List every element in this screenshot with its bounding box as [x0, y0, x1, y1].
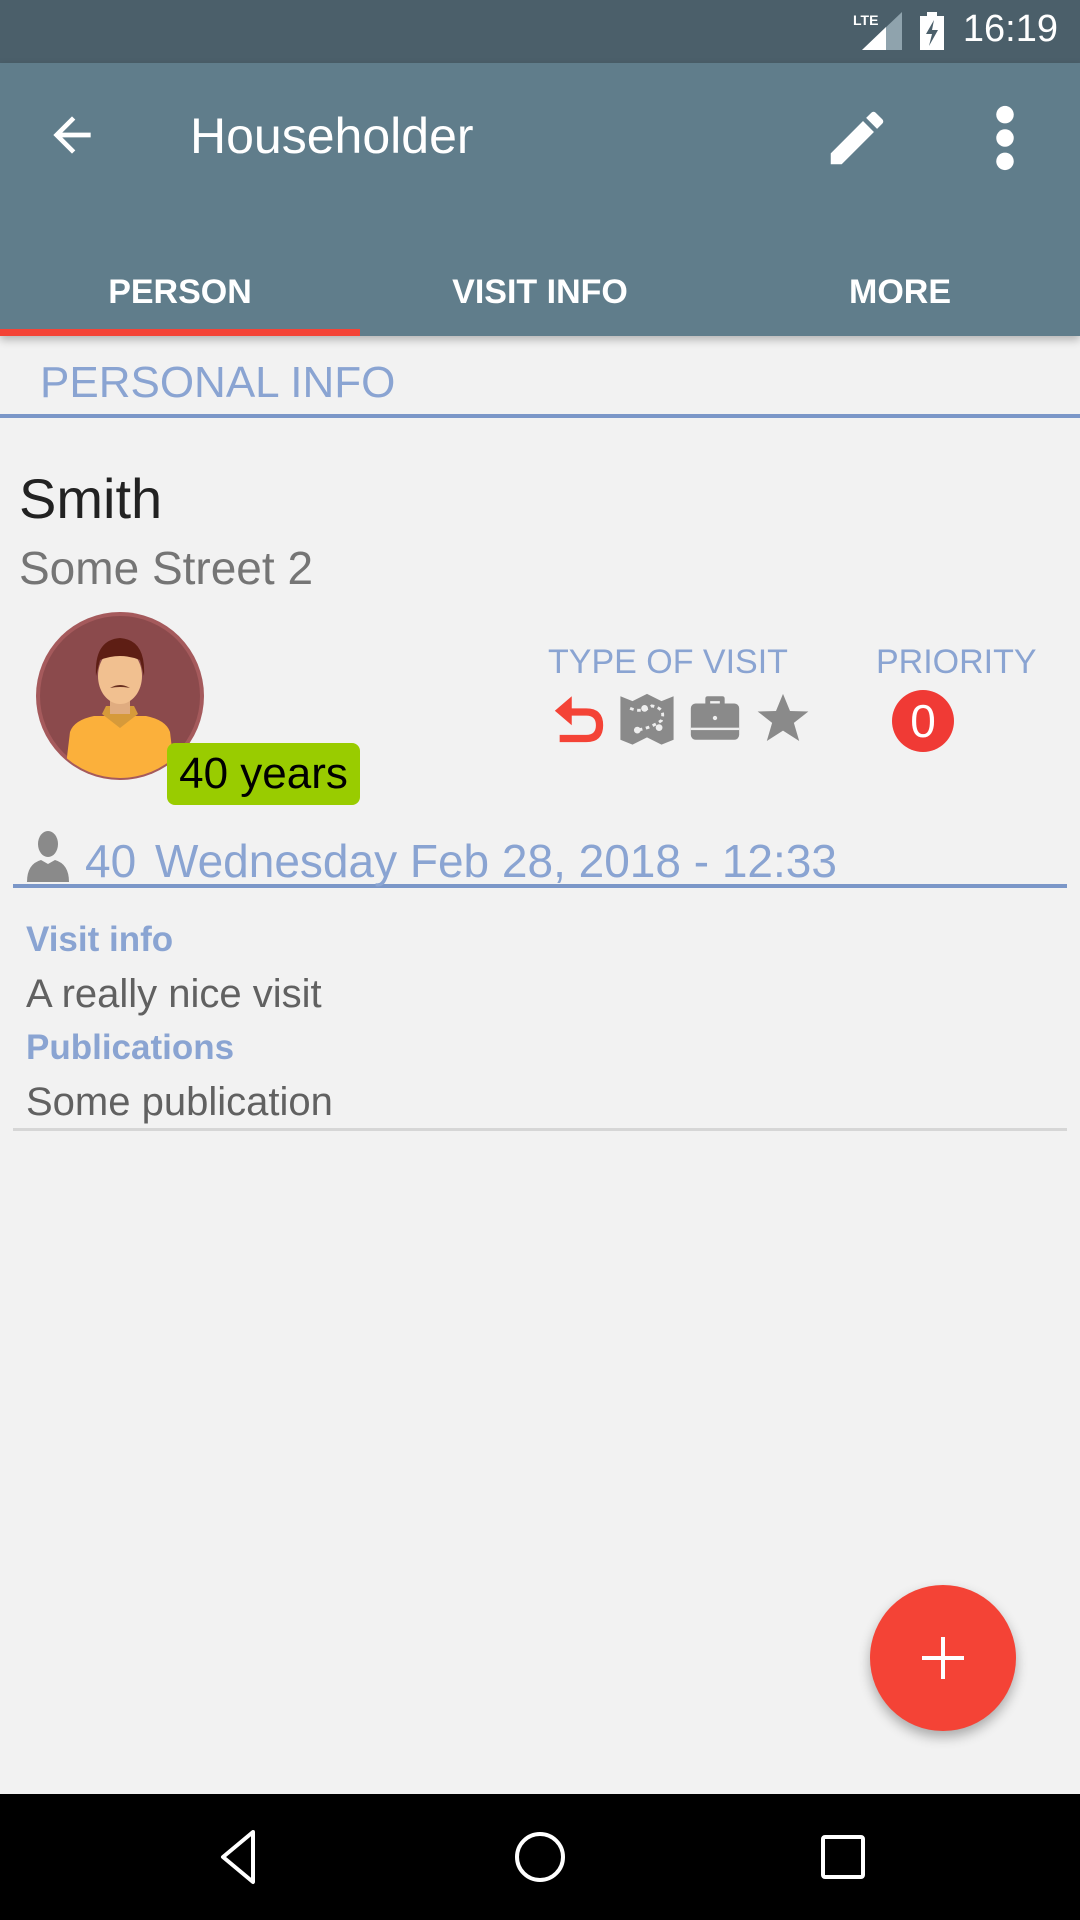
- briefcase-icon: [690, 696, 740, 740]
- divider: [13, 1128, 1067, 1131]
- priority-badge: 0: [892, 690, 954, 752]
- age-badge: 40 years: [167, 743, 360, 805]
- person-address: Some Street 2: [19, 542, 314, 594]
- type-of-visit-icons: [550, 690, 812, 746]
- section-title: PERSONAL INFO: [40, 358, 396, 407]
- type-of-visit-label: TYPE OF VISIT: [548, 643, 788, 681]
- tab-visit-info[interactable]: VISIT INFO: [360, 263, 720, 336]
- more-vert-icon[interactable]: [985, 103, 1025, 173]
- visit-count: 40: [85, 835, 137, 887]
- home-nav-icon[interactable]: [507, 1824, 573, 1890]
- tab-more[interactable]: MORE: [720, 263, 1080, 336]
- tab-person[interactable]: PERSON: [0, 263, 360, 336]
- priority-label: PRIORITY: [876, 643, 1037, 681]
- star-icon: [757, 693, 809, 741]
- arrow-back-icon[interactable]: [44, 107, 100, 163]
- tab-indicator: [0, 329, 360, 336]
- signal-icon: [862, 12, 902, 50]
- battery-charging-icon: [920, 12, 944, 50]
- map-icon: [620, 693, 674, 745]
- app-bar: Householder PERSON VISIT INFO MORE: [0, 63, 1080, 336]
- tab-bar: PERSON VISIT INFO MORE: [0, 263, 1080, 336]
- plus-icon: [922, 1637, 964, 1679]
- person-icon: [27, 831, 69, 882]
- pencil-icon[interactable]: [822, 103, 892, 173]
- system-nav-bar: [0, 1794, 1080, 1920]
- back-nav-icon[interactable]: [205, 1824, 271, 1890]
- section-header: PERSONAL INFO: [0, 350, 1080, 418]
- page-title: Householder: [190, 108, 474, 164]
- person-name: Smith: [19, 467, 163, 530]
- visit-date: Wednesday Feb 28, 2018 - 12:33: [155, 835, 837, 887]
- visit-info-value: A really nice visit: [26, 972, 322, 1016]
- publications-value: Some publication: [26, 1080, 333, 1124]
- status-bar: LTE 16:19: [0, 0, 1080, 63]
- add-fab-button[interactable]: [870, 1585, 1016, 1731]
- return-visit-icon: [554, 696, 604, 743]
- recents-nav-icon[interactable]: [810, 1824, 876, 1890]
- clock: 16:19: [962, 8, 1058, 50]
- visit-info-label: Visit info: [26, 920, 174, 959]
- visit-row[interactable]: 40 Wednesday Feb 28, 2018 - 12:33: [13, 826, 1067, 888]
- publications-label: Publications: [26, 1028, 235, 1067]
